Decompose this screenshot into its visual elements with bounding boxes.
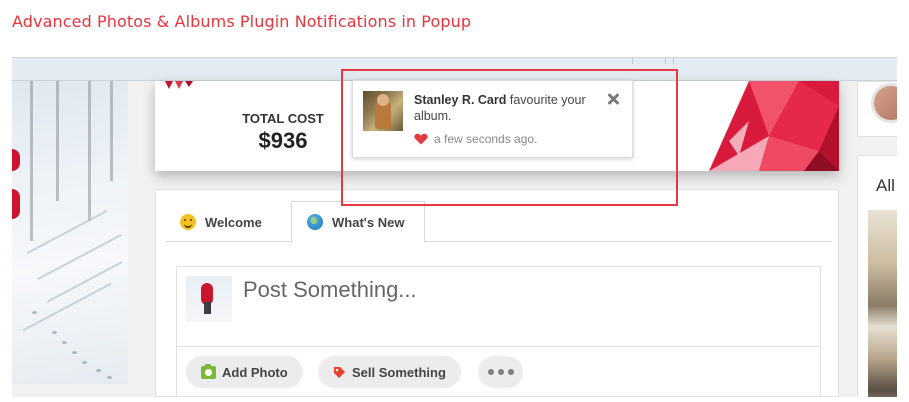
add-photo-button[interactable]: Add Photo <box>186 356 303 388</box>
sell-something-label: Sell Something <box>352 364 446 380</box>
avatar <box>186 276 232 322</box>
notification-time: a few seconds ago. <box>434 132 538 146</box>
albums-widget: All <box>857 155 897 397</box>
photo-red-figure <box>12 149 20 171</box>
post-composer: Post Something... Add Photo Sell Somethi… <box>176 266 821 397</box>
footprint <box>107 376 112 379</box>
photo-tree <box>110 81 113 181</box>
footprint <box>32 311 37 314</box>
topbar-separator <box>632 58 633 64</box>
footprint <box>96 369 101 372</box>
smiley-icon <box>180 214 196 230</box>
composer-divider <box>177 346 820 347</box>
tag-icon <box>334 366 345 378</box>
post-input[interactable]: Post Something... <box>243 277 417 303</box>
notification-popup[interactable]: Stanley R. Card favourite your album. a … <box>352 80 633 158</box>
total-cost-value: $936 <box>258 128 308 153</box>
top-bar <box>12 57 897 81</box>
screenshot-stage: Advanced Photos & Albums Plugin Notifica… <box>0 0 909 402</box>
close-icon[interactable] <box>607 93 619 105</box>
topbar-separator <box>673 58 674 64</box>
notification-avatar <box>363 91 403 131</box>
activity-tabs: Welcome What's New <box>166 201 832 243</box>
tab-label: Welcome <box>205 214 262 230</box>
total-cost-label: TOTAL COST <box>242 111 324 126</box>
globe-icon <box>307 214 323 230</box>
footprint <box>52 331 57 334</box>
albums-widget-title: All <box>876 176 895 195</box>
photo-tree <box>56 81 59 201</box>
tab-whats-new[interactable]: What's New <box>291 201 425 243</box>
footprint <box>62 341 67 344</box>
topbar-separator <box>665 58 666 64</box>
more-dots-icon <box>487 369 514 375</box>
avatar-figure-legs <box>204 302 211 314</box>
footprint <box>72 351 77 354</box>
notification-text: Stanley R. Card favourite your album. <box>414 92 604 124</box>
avatar-head <box>377 94 389 106</box>
profile-avatar[interactable] <box>871 83 897 123</box>
notification-user-name[interactable]: Stanley R. Card <box>414 93 506 107</box>
tab-welcome[interactable]: Welcome <box>180 202 262 242</box>
polygon-banner-graphic <box>709 81 839 171</box>
more-options-button[interactable] <box>478 356 523 388</box>
page-heading: Advanced Photos & Albums Plugin Notifica… <box>12 12 472 31</box>
cover-photo <box>12 81 128 384</box>
tab-label: What's New <box>332 214 405 230</box>
ribbon-decoration <box>165 81 193 89</box>
add-photo-label: Add Photo <box>222 364 288 380</box>
photo-tree <box>30 81 33 241</box>
photo-tree <box>88 81 91 221</box>
photo-red-figure <box>12 189 20 219</box>
album-thumbnail[interactable] <box>868 210 897 397</box>
right-sidebar: All <box>857 81 897 397</box>
profile-widget <box>857 81 897 137</box>
sell-something-button[interactable]: Sell Something <box>318 356 461 388</box>
heart-icon <box>414 133 428 145</box>
camera-icon <box>201 363 216 379</box>
footprint <box>82 361 87 364</box>
